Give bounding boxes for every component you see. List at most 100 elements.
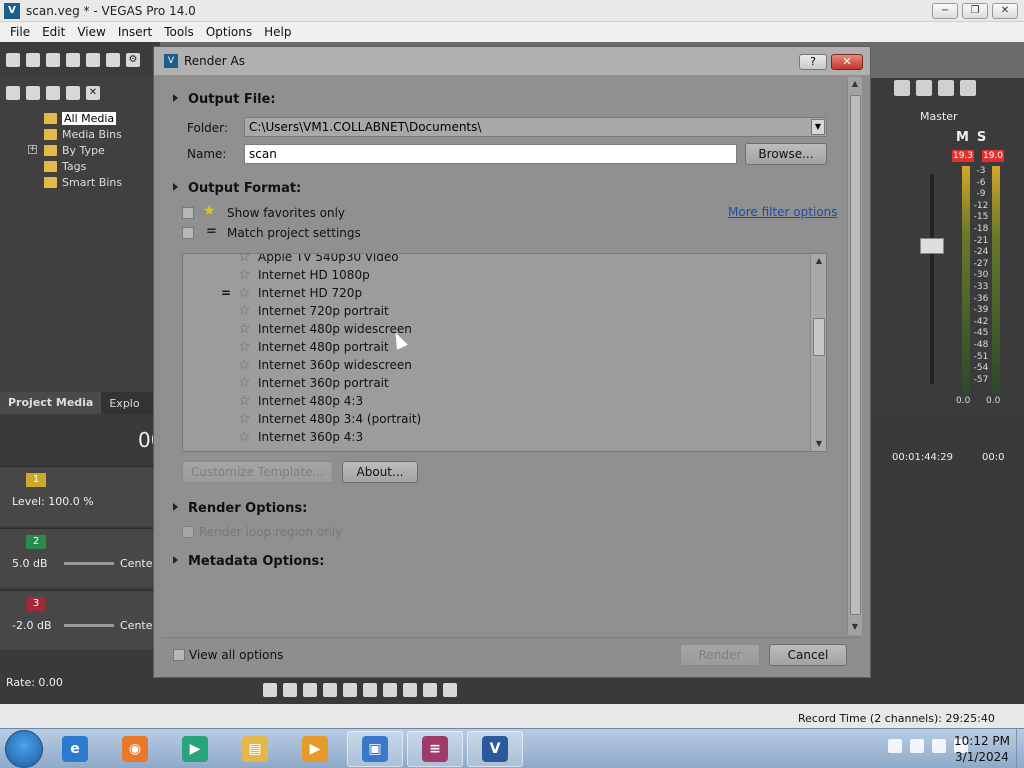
track-2[interactable]: 2 5.0 dB Center [0, 528, 157, 588]
cancel-button[interactable]: Cancel [769, 644, 847, 666]
list-item[interactable]: ☆ Internet 360p portrait [183, 374, 809, 392]
open-folder-icon[interactable] [26, 53, 40, 67]
flag-icon[interactable] [910, 739, 924, 753]
play-from-start-icon[interactable] [303, 683, 317, 697]
tab-explorer[interactable]: Explo [101, 397, 147, 410]
taskbar-ie[interactable]: e [47, 731, 103, 767]
taskbar-media-player[interactable]: ▶ [167, 731, 223, 767]
start-button[interactable] [5, 729, 43, 768]
import-media-icon[interactable] [6, 86, 20, 100]
more-filter-options-link[interactable]: More filter options [728, 205, 838, 219]
track-3[interactable]: 3 -2.0 dB Center [0, 590, 157, 650]
taskbar-vegas[interactable]: V [467, 730, 523, 767]
list-item[interactable]: ☆ Internet 480p 3:4 (portrait) [183, 410, 809, 428]
tab-project-media[interactable]: Project Media [0, 392, 102, 414]
favorite-star-icon[interactable]: ☆ [238, 266, 251, 284]
dialog-scrollbar[interactable]: ▲ ▼ [847, 77, 862, 635]
list-item[interactable]: ☆ Internet 480p portrait [183, 338, 809, 356]
tree-item-all-media[interactable]: All Media [0, 110, 155, 126]
taskbar-firefox[interactable]: ◉ [107, 731, 163, 767]
new-file-icon[interactable] [6, 53, 20, 67]
expand-plus-icon[interactable]: + [28, 145, 37, 154]
folder-combobox[interactable]: C:\Users\VM1.COLLABNET\Documents\ ▼ [244, 117, 827, 137]
list-item[interactable]: ☆ Internet 720p portrait [183, 302, 809, 320]
view-all-options-checkbox[interactable] [173, 649, 185, 661]
save-icon[interactable] [46, 53, 60, 67]
loop-icon[interactable] [283, 683, 297, 697]
list-item[interactable]: ☆ Apple TV 540p30 Video [183, 254, 809, 266]
list-item[interactable]: ☆ Internet 480p widescreen [183, 320, 809, 338]
scroll-down-icon[interactable]: ▼ [848, 620, 862, 634]
capture-icon[interactable] [26, 86, 40, 100]
list-item[interactable]: ☆ Internet 360p 4:3 [183, 428, 809, 446]
mute-solo-buttons[interactable]: MS [956, 130, 994, 145]
favorite-star-icon[interactable]: ☆ [238, 356, 251, 374]
render-button[interactable]: Render [680, 644, 760, 666]
list-item[interactable]: ☆ Internet HD 1080p [183, 266, 809, 284]
scroll-up-icon[interactable]: ▲ [811, 254, 826, 268]
scroll-thumb[interactable] [850, 95, 861, 615]
menu-options[interactable]: Options [200, 25, 258, 39]
template-list-scrollbar[interactable]: ▲ ▼ [810, 254, 826, 451]
favorite-star-icon[interactable]: ☆ [238, 320, 251, 338]
scroll-up-icon[interactable]: ▲ [848, 77, 862, 91]
mixer-fx-icon[interactable] [960, 80, 976, 96]
taskbar-media-center[interactable]: ▶ [287, 731, 343, 767]
go-start-icon[interactable] [383, 683, 397, 697]
favorite-star-icon[interactable]: ☆ [238, 302, 251, 320]
favorite-star-icon[interactable]: ☆ [238, 410, 251, 428]
list-item[interactable]: = ☆ Internet HD 720p [183, 284, 809, 302]
clock[interactable]: 10:12 PM 3/1/2024 [954, 733, 1010, 765]
name-input[interactable]: scan [244, 144, 737, 164]
stop-icon[interactable] [363, 683, 377, 697]
favorite-star-icon[interactable]: ☆ [238, 338, 251, 356]
volume-slider[interactable] [64, 624, 114, 627]
about-button[interactable]: About... [342, 461, 418, 483]
settings-gear-icon[interactable]: ⚙ [126, 53, 140, 67]
mixer-settings-icon[interactable] [894, 80, 910, 96]
render-icon[interactable] [86, 53, 100, 67]
menu-help[interactable]: Help [258, 25, 297, 39]
scroll-thumb[interactable] [813, 318, 825, 356]
tree-item-media-bins[interactable]: Media Bins [0, 126, 155, 142]
menu-tools[interactable]: Tools [158, 25, 200, 39]
menu-file[interactable]: File [4, 25, 36, 39]
match-project-checkbox[interactable] [182, 227, 194, 239]
show-favorites-checkbox[interactable] [182, 207, 194, 219]
mixer-route-icon[interactable] [916, 80, 932, 96]
network-icon[interactable] [932, 739, 946, 753]
remove-media-icon[interactable]: ✕ [86, 86, 100, 100]
customize-template-button[interactable]: Customize Template... [182, 461, 333, 483]
taskbar-remote-desktop[interactable]: ▣ [347, 730, 403, 767]
chevron-down-icon[interactable]: ▼ [811, 119, 825, 135]
menu-view[interactable]: View [71, 25, 111, 39]
master-fader[interactable] [920, 238, 944, 254]
restore-button[interactable]: ❐ [962, 3, 988, 19]
tree-item-by-type[interactable]: + By Type [0, 142, 155, 158]
favorite-star-icon[interactable]: ☆ [238, 284, 251, 302]
prev-frame-icon[interactable] [423, 683, 437, 697]
taskbar-explorer[interactable]: ▤ [227, 731, 283, 767]
scroll-down-icon[interactable]: ▼ [811, 437, 826, 451]
next-frame-icon[interactable] [443, 683, 457, 697]
menu-insert[interactable]: Insert [112, 25, 158, 39]
render-options-section[interactable]: Render Options: [173, 501, 307, 516]
favorite-star-icon[interactable]: ☆ [238, 428, 251, 446]
template-list[interactable]: ☆ Apple TV 540p30 Video ☆ Internet HD 1080… [182, 253, 827, 452]
minimize-button[interactable]: − [932, 3, 958, 19]
get-media-icon[interactable] [46, 86, 60, 100]
taskbar-winrar[interactable]: ≡ [407, 730, 463, 767]
tree-item-smart-bins[interactable]: Smart Bins [0, 174, 155, 190]
mixer-speaker-icon[interactable] [938, 80, 954, 96]
properties-icon[interactable] [106, 53, 120, 67]
volume-slider[interactable] [64, 562, 114, 565]
menu-edit[interactable]: Edit [36, 25, 71, 39]
metadata-options-section[interactable]: Metadata Options: [173, 554, 324, 569]
tree-item-tags[interactable]: Tags [0, 158, 155, 174]
record-icon[interactable] [263, 683, 277, 697]
web-icon[interactable] [66, 86, 80, 100]
play-icon[interactable] [323, 683, 337, 697]
browse-button[interactable]: Browse... [745, 143, 827, 165]
render-loop-checkbox[interactable] [182, 526, 194, 538]
favorite-star-icon[interactable]: ☆ [238, 254, 251, 266]
